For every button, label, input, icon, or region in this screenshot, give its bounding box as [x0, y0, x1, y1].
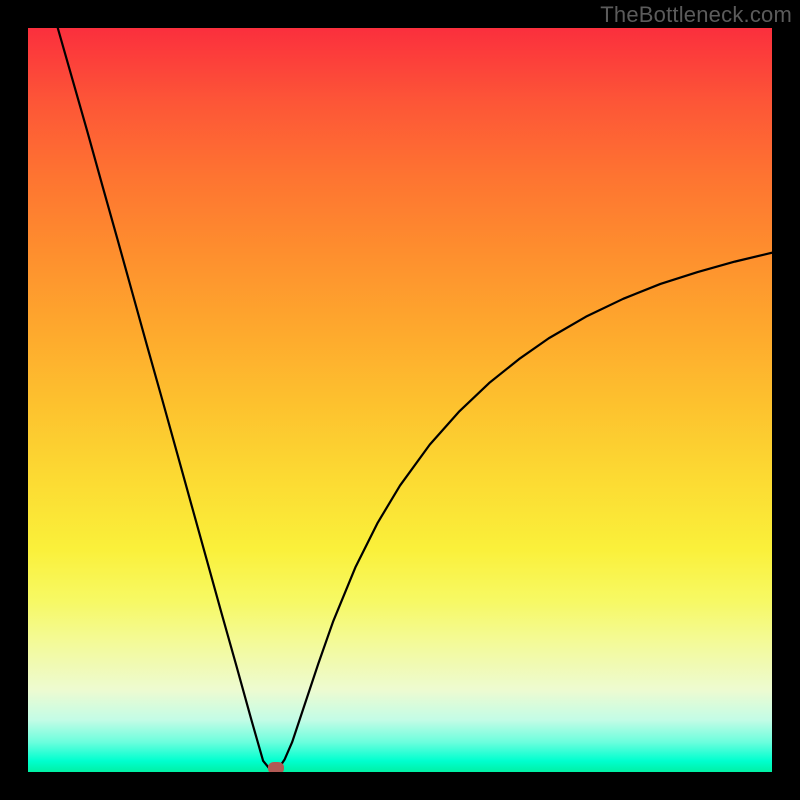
- watermark: TheBottleneck.com: [600, 2, 792, 28]
- chart-plot-area: [28, 28, 772, 772]
- bottleneck-curve: [58, 28, 772, 771]
- minimum-marker: [268, 762, 284, 772]
- chart-curve-layer: [28, 28, 772, 772]
